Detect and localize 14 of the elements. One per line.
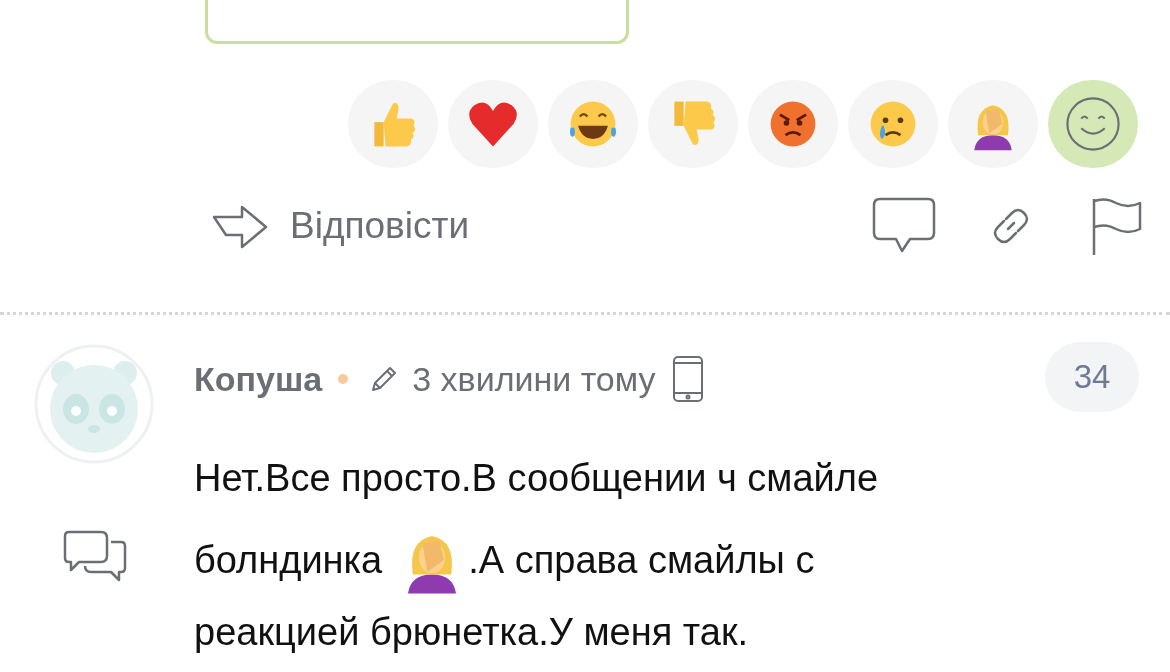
reply-arrow-icon <box>212 203 268 249</box>
comment-text: Нет.Все просто.В сообщении ч смайле <box>194 456 879 500</box>
reply-button[interactable]: Відповісти <box>212 198 470 254</box>
comment-text: болндинка <box>194 538 383 582</box>
comment-time: 3 хвилини тому <box>412 358 656 400</box>
author-name[interactable]: Копуша <box>194 353 323 405</box>
pencil-icon <box>370 365 399 393</box>
comment-text: .А справа смайлы с <box>468 538 815 582</box>
comment-score: 34 <box>1045 342 1139 412</box>
comment-text: реакцией брюнетка.У меня так. <box>194 610 749 654</box>
phone-icon <box>671 355 704 403</box>
comments-icon[interactable] <box>63 530 127 582</box>
flag-icon[interactable] <box>1090 197 1142 255</box>
comment-icon[interactable] <box>872 197 936 255</box>
